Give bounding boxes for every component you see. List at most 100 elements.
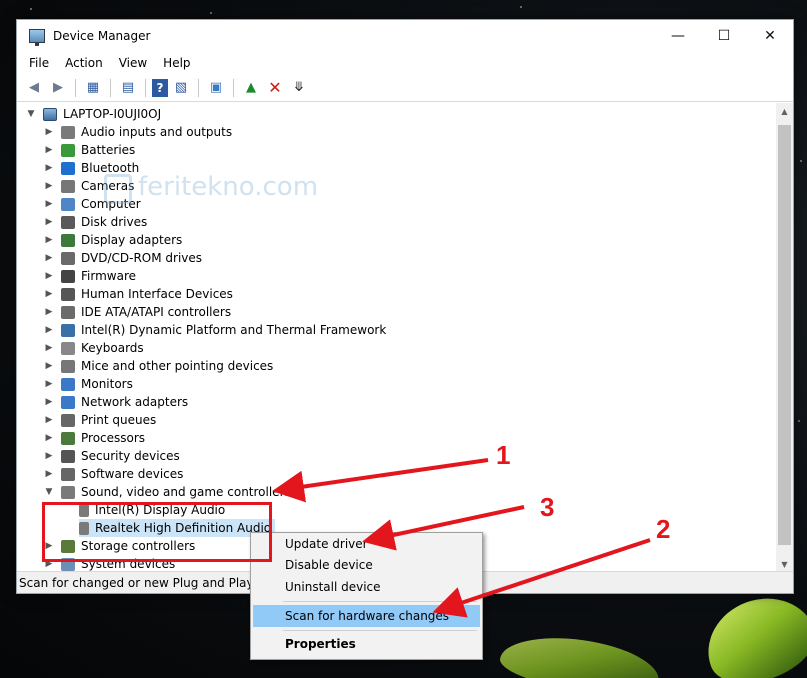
highlight-box (42, 502, 272, 562)
chevron-right-icon[interactable]: ▶ (43, 379, 55, 389)
show-hide-icon[interactable]: ▦ (82, 77, 104, 99)
forward-icon[interactable]: ▶ (47, 77, 69, 99)
chevron-right-icon[interactable]: ▶ (43, 253, 55, 263)
chevron-right-icon[interactable]: ▶ (43, 397, 55, 407)
chevron-right-icon[interactable]: ▶ (43, 217, 55, 227)
tree-category[interactable]: ▶ Keyboards (43, 339, 144, 357)
disk-drive-icon (61, 215, 75, 229)
tree-category-label: Bluetooth (81, 161, 140, 175)
processor-icon (61, 431, 75, 445)
printer-icon (61, 413, 75, 427)
tree-category[interactable]: ▶ Batteries (43, 141, 136, 159)
tree-category[interactable]: ▶ DVD/CD-ROM drives (43, 249, 203, 267)
menu-item-properties[interactable]: Properties (253, 633, 480, 655)
tree-category[interactable]: ▶ Display adapters (43, 231, 183, 249)
properties-icon[interactable]: ▤ (117, 77, 139, 99)
vertical-scrollbar[interactable]: ▲ ▼ (776, 103, 793, 573)
tree-category[interactable]: ▶ IDE ATA/ATAPI controllers (43, 303, 232, 321)
chevron-right-icon[interactable]: ▶ (43, 415, 55, 425)
menu-bar: File Action View Help (17, 52, 793, 74)
menu-item-scan-hardware[interactable]: Scan for hardware changes (253, 605, 480, 627)
title-bar: Device Manager — ☐ ✕ (17, 20, 793, 52)
tree-category-label: Processors (81, 431, 146, 445)
chevron-right-icon[interactable]: ▶ (43, 181, 55, 191)
tree-root-label: LAPTOP-I0UJI0OJ (63, 107, 162, 121)
menu-item-update-driver[interactable]: Update driver (253, 533, 480, 555)
chevron-right-icon[interactable]: ▶ (43, 307, 55, 317)
chevron-right-icon[interactable]: ▶ (43, 127, 55, 137)
annotation-number-3: 3 (540, 492, 555, 522)
star-dot (798, 420, 800, 422)
tree-category-label: Mice and other pointing devices (81, 359, 274, 373)
chevron-down-icon[interactable]: ▼ (25, 109, 37, 119)
chevron-right-icon[interactable]: ▶ (43, 451, 55, 461)
tree-category[interactable]: ▶ Audio inputs and outputs (43, 123, 233, 141)
toolbar-separator (145, 78, 146, 97)
tree-category[interactable]: ▶ Human Interface Devices (43, 285, 233, 303)
tree-category-label: Print queues (81, 413, 157, 427)
toolbar-separator (198, 78, 199, 97)
tree-category-label: Batteries (81, 143, 136, 157)
hid-icon (61, 287, 75, 301)
maximize-button[interactable]: ☐ (701, 20, 747, 52)
chevron-right-icon[interactable]: ▶ (43, 199, 55, 209)
tree-category-label: IDE ATA/ATAPI controllers (81, 305, 232, 319)
chevron-right-icon[interactable]: ▶ (43, 145, 55, 155)
chevron-right-icon[interactable]: ▶ (43, 469, 55, 479)
close-button[interactable]: ✕ (747, 20, 793, 52)
chevron-right-icon[interactable]: ▶ (43, 235, 55, 245)
firmware-icon (61, 269, 75, 283)
mouse-icon (61, 359, 75, 373)
chevron-right-icon[interactable]: ▶ (43, 433, 55, 443)
tree-category-label: Display adapters (81, 233, 183, 247)
back-icon[interactable]: ◀ (23, 77, 45, 99)
toolbar-separator (233, 78, 234, 97)
tree-category-label: Security devices (81, 449, 180, 463)
annotation-number-1: 1 (496, 440, 511, 470)
tree-category[interactable]: ▶ Software devices (43, 465, 184, 483)
chevron-down-icon[interactable]: ▼ (43, 487, 55, 497)
tree-category[interactable]: ▶ Disk drives (43, 213, 148, 231)
menu-view[interactable]: View (111, 54, 155, 72)
tree-category-label: Network adapters (81, 395, 189, 409)
chevron-right-icon[interactable]: ▶ (43, 271, 55, 281)
menu-item-uninstall-device[interactable]: Uninstall device (253, 576, 480, 598)
star-dot (210, 12, 212, 14)
minimize-button[interactable]: — (655, 20, 701, 52)
menu-file[interactable]: File (21, 54, 57, 72)
scan-icon[interactable]: ▣ (205, 77, 227, 99)
menu-item-disable-device[interactable]: Disable device (253, 554, 480, 576)
uninstall-icon[interactable]: ✕ (264, 77, 286, 99)
tree-category[interactable]: ▶ Processors (43, 429, 146, 447)
tree-category-label: Audio inputs and outputs (81, 125, 233, 139)
chevron-right-icon[interactable]: ▶ (43, 163, 55, 173)
keyboard-icon (61, 341, 75, 355)
chevron-right-icon[interactable]: ▶ (43, 361, 55, 371)
help-icon[interactable]: ? (152, 78, 168, 97)
tree-root[interactable]: ▼ LAPTOP-I0UJI0OJ (25, 105, 162, 123)
tree-category-label: Disk drives (81, 215, 148, 229)
tree-category[interactable]: ▼ Sound, video and game controllers (43, 483, 291, 501)
tree-category[interactable]: ▶ Intel(R) Dynamic Platform and Thermal F… (43, 321, 387, 339)
update-driver-icon[interactable]: ▲ (240, 77, 262, 99)
tree-category[interactable]: ▶ Firmware (43, 267, 136, 285)
chevron-right-icon[interactable]: ▶ (43, 325, 55, 335)
download-icon[interactable]: ⤋ (288, 77, 310, 99)
speaker-icon (61, 125, 75, 139)
security-icon (61, 449, 75, 463)
tree-category[interactable]: ▶ Security devices (43, 447, 180, 465)
details-icon[interactable]: ▧ (170, 77, 192, 99)
menu-help[interactable]: Help (155, 54, 198, 72)
tree-category[interactable]: ▶ Print queues (43, 411, 157, 429)
tree-category[interactable]: ▶ Monitors (43, 375, 133, 393)
scroll-up-icon[interactable]: ▲ (776, 103, 793, 120)
context-menu: Update driver Disable device Uninstall d… (250, 532, 483, 660)
chevron-right-icon[interactable]: ▶ (43, 343, 55, 353)
tree-category[interactable]: ▶ Mice and other pointing devices (43, 357, 274, 375)
leaf-decoration (694, 583, 807, 678)
toolbar-separator (75, 78, 76, 97)
tree-category[interactable]: ▶ Network adapters (43, 393, 189, 411)
menu-action[interactable]: Action (57, 54, 111, 72)
scrollbar-thumb[interactable] (778, 125, 791, 545)
chevron-right-icon[interactable]: ▶ (43, 289, 55, 299)
